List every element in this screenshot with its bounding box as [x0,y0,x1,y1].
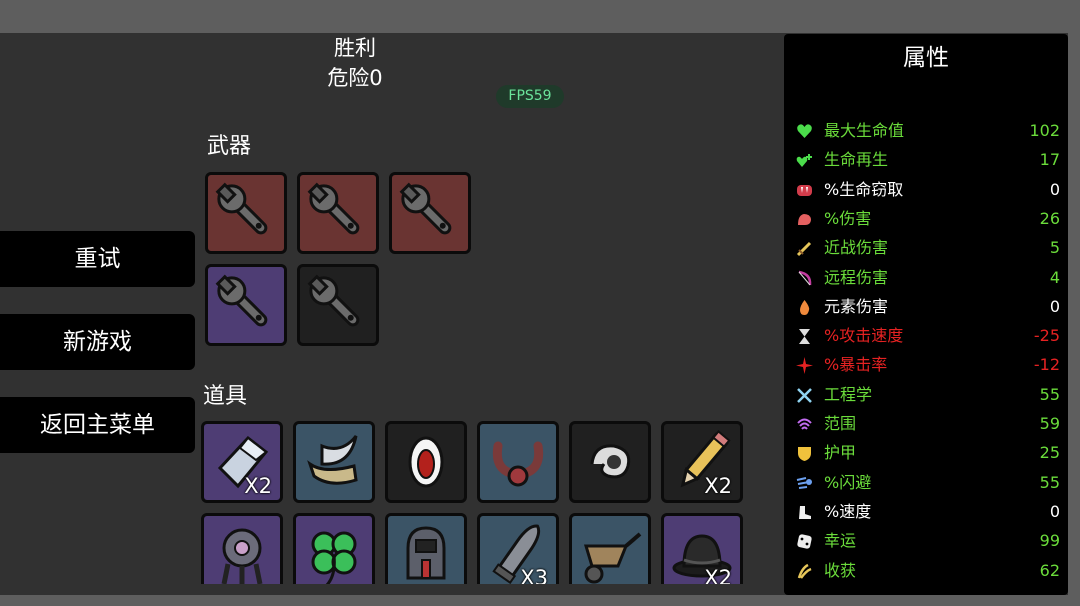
stat-name: 近战伤害 [824,238,889,258]
heart-plus-icon [796,152,813,169]
stat-name: 最大生命值 [824,121,905,140]
stat-name: %攻击速度 [824,326,904,346]
stat-value: 99 [1039,531,1060,551]
stat-row[interactable]: %伤害 26 [784,205,1068,234]
item-slot[interactable] [293,513,375,584]
fangs-icon [796,182,813,199]
stat-row[interactable]: 护甲 25 [784,439,1068,468]
range-icon [796,416,813,433]
heart-icon [796,123,813,140]
flame-icon [796,299,813,316]
stat-row[interactable]: %攻击速度 -25 [784,322,1068,351]
stat-row[interactable]: 最大生命值 102 [784,117,1068,146]
item-slot[interactable] [201,513,283,584]
stat-value: 59 [1039,414,1060,433]
stat-name: 幸运 [824,531,857,551]
stat-row[interactable]: %暴击率 -12 [784,351,1068,380]
stat-name: 生命再生 [824,150,889,170]
stat-value: -25 [1033,326,1060,346]
stat-row[interactable]: 生命再生 17 [784,146,1068,175]
bow-icon [796,270,813,287]
tools-icon [796,387,813,404]
stat-value: 26 [1039,208,1060,228]
item-slot[interactable]: X3 [477,513,559,584]
stat-value: 55 [1039,472,1060,492]
stat-name: 护甲 [824,443,857,463]
stat-name: 元素伤害 [824,296,889,316]
stat-row[interactable]: %速度 0 [784,498,1068,527]
boot-icon [796,504,813,521]
sword-icon [796,240,813,257]
dice-icon [796,533,813,550]
stats-title: 属性 [903,45,949,71]
item-slot[interactable] [293,421,375,503]
stat-value: 0 [1049,296,1060,316]
stat-row[interactable]: 近战伤害 5 [784,234,1068,263]
stat-value: 102 [1029,121,1060,140]
item-slot[interactable] [385,421,467,503]
stat-row[interactable]: 元素伤害 0 [784,293,1068,322]
stat-value: 62 [1039,560,1060,580]
stat-row[interactable]: 幸运 99 [784,527,1068,556]
shield-icon [796,445,813,462]
stat-value: 17 [1039,150,1060,170]
items-grid: X2 X2 X3 X2 [0,0,784,584]
stat-name: %暴击率 [824,355,888,375]
item-slot[interactable] [477,421,559,503]
stat-row[interactable]: 范围 59 [784,410,1068,439]
stat-name: %速度 [824,501,872,521]
stat-value: 55 [1039,384,1060,404]
stat-row[interactable]: 收获 62 [784,557,1068,586]
stats-panel: 属性 最大生命值 102 生命再生 17 %生命窃取 0 %伤害 26 近战伤害 5 远程伤害 4 元素… [784,34,1068,595]
stat-name: %闪避 [824,472,872,492]
stat-row[interactable]: %闪避 55 [784,469,1068,498]
stat-row[interactable]: 远程伤害 4 [784,264,1068,293]
stat-name: %伤害 [824,208,872,228]
item-quantity: X2 [704,474,732,498]
item-slot[interactable]: X2 [201,421,283,503]
item-quantity: X3 [520,566,548,584]
stat-name: 远程伤害 [824,267,889,287]
stat-row[interactable]: %生命窃取 0 [784,176,1068,205]
item-slot[interactable] [569,513,651,584]
stat-value: 5 [1049,238,1060,258]
stat-value: 25 [1039,443,1060,463]
stat-value: 0 [1049,179,1060,199]
stat-value: 4 [1049,267,1060,287]
stat-row[interactable]: 工程学 55 [784,381,1068,410]
crit-icon [796,357,813,375]
stat-name: 收获 [824,560,857,580]
hourglass-icon [796,328,813,345]
item-slot[interactable] [569,421,651,503]
stat-name: 范围 [824,414,857,433]
item-slot[interactable]: X2 [661,513,743,584]
stat-name: %生命窃取 [824,179,904,199]
item-quantity: X2 [244,474,272,498]
dodge-icon [796,475,813,492]
harvest-icon [796,563,813,580]
stat-value: 0 [1049,501,1060,521]
stat-name: 工程学 [824,384,873,404]
item-quantity: X2 [704,566,732,584]
muscle-icon [796,211,813,228]
item-slot[interactable]: X2 [661,421,743,503]
item-slot[interactable] [385,513,467,584]
stat-value: -12 [1033,355,1060,375]
